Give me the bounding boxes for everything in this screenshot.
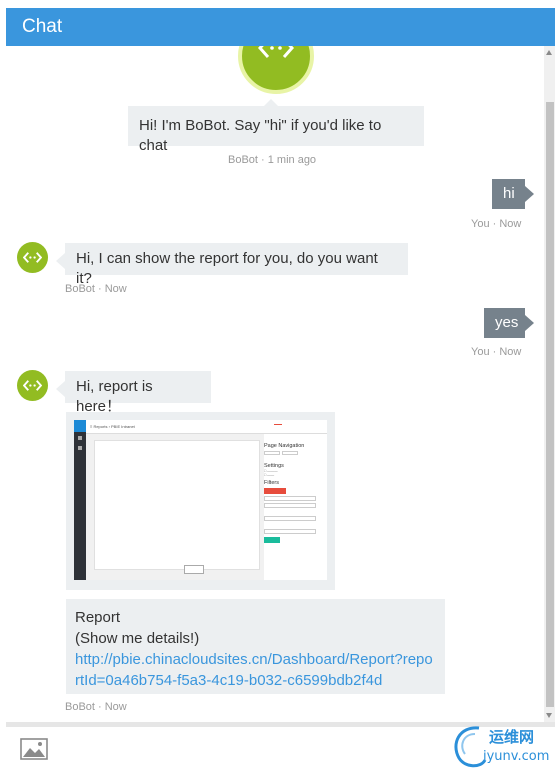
welcome-timestamp: BoBot · 1 min ago (228, 154, 317, 166)
bot-avatar (17, 370, 48, 401)
user-message-hi: hi (492, 179, 534, 209)
card-subtitle: (Show me details!) (75, 630, 200, 647)
bot-avatar (17, 242, 48, 273)
bot-message-offer: Hi, I can show the report for you, do yo… (56, 243, 408, 287)
welcome-message: Hi! I'm BoBot. Say "hi" if you'd like to… (128, 99, 424, 154)
bot-avatar-large (238, 46, 314, 94)
report-link[interactable]: http://pbie.chinacloudsites.cn/Dashboard… (75, 649, 436, 691)
user-message-yes-timestamp: You · Now (471, 346, 522, 358)
bot-message-offer-timestamp: BoBot · Now (65, 283, 127, 295)
watermark-cn: 运维网 (489, 728, 535, 746)
chat-header: Chat (6, 8, 555, 46)
user-message-yes: yes (484, 308, 534, 338)
watermark-logo: 运维网 iyunv.com (449, 720, 555, 771)
watermark-en: iyunv.com (483, 749, 550, 764)
user-message-yes-text: yes (495, 314, 519, 331)
report-preview-image[interactable]: ≡ Reports › PBIE Intranet Page Navigatio… (74, 420, 327, 580)
card-title: Report (75, 609, 121, 626)
scroll-down-arrow-icon[interactable] (546, 713, 552, 718)
bot-logo-icon (258, 46, 294, 58)
header-title: Chat (22, 16, 63, 37)
bot-message-report-text: Hi, report is here！ (76, 378, 153, 415)
bot-message-offer-text: Hi, I can show the report for you, do yo… (76, 250, 378, 287)
report-card-timestamp: BoBot · Now (65, 701, 127, 713)
bot-logo-icon (23, 252, 42, 263)
welcome-text: Hi! I'm BoBot. Say "hi" if you'd like to… (139, 117, 382, 154)
report-attachment[interactable]: ≡ Reports › PBIE Intranet Page Navigatio… (66, 412, 335, 590)
message-history[interactable]: Hi! I'm BoBot. Say "hi" if you'd like to… (6, 46, 555, 722)
upload-button[interactable] (20, 738, 48, 762)
user-message-hi-text: hi (503, 185, 515, 202)
scrollbar[interactable] (544, 46, 555, 722)
user-message-hi-timestamp: You · Now (471, 218, 522, 230)
scroll-up-arrow-icon[interactable] (546, 50, 552, 55)
image-icon (20, 738, 48, 760)
report-card: Report (Show me details!) http://pbie.ch… (66, 599, 445, 694)
scroll-thumb[interactable] (546, 102, 554, 707)
bot-message-report: Hi, report is here！ (56, 371, 211, 415)
bot-logo-icon (23, 380, 42, 391)
